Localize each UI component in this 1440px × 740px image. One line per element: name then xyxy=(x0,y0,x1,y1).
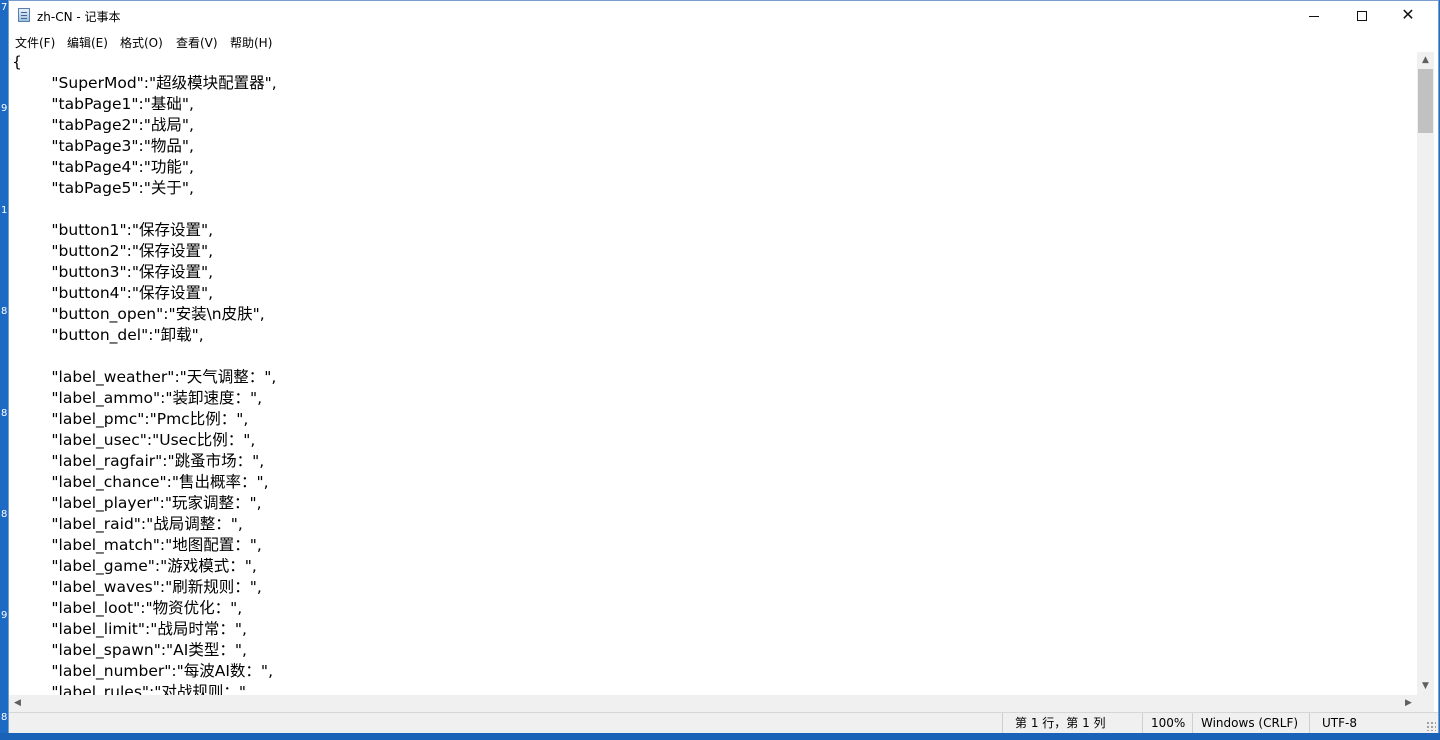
scroll-left-icon[interactable]: ◀ xyxy=(9,695,26,712)
maximize-icon xyxy=(1357,11,1367,21)
cursor-position: 第 1 行，第 1 列 xyxy=(1002,713,1142,733)
menu-view[interactable]: 查看(V) xyxy=(176,34,218,51)
desktop-edge-text: 8 xyxy=(1,712,8,723)
taskbar-edge xyxy=(0,733,1440,740)
desktop-edge-text: 7 xyxy=(1,2,8,13)
minimize-icon xyxy=(1309,16,1319,17)
menu-format[interactable]: 格式(O) xyxy=(120,34,163,51)
zoom-level: 100% xyxy=(1142,713,1192,733)
horizontal-scrollbar[interactable]: ◀ ▶ xyxy=(9,695,1417,712)
encoding: UTF-8 xyxy=(1309,713,1419,733)
status-bar: 第 1 行，第 1 列 100% Windows (CRLF) UTF-8 xyxy=(9,712,1438,733)
desktop-edge-text: 8 xyxy=(1,509,8,520)
scroll-up-icon[interactable]: ▲ xyxy=(1417,52,1434,69)
notepad-window: zh-CN - 记事本 ✕ 文件(F) 编辑(E) 格式(O) 查看(V) 帮助… xyxy=(8,0,1439,733)
desktop-edge-text: 8 xyxy=(1,306,8,317)
minimize-button[interactable] xyxy=(1291,1,1337,31)
window-title: zh-CN - 记事本 xyxy=(37,10,121,24)
menu-bar: 文件(F) 编辑(E) 格式(O) 查看(V) 帮助(H) xyxy=(9,31,1438,51)
vertical-scrollbar[interactable]: ▲ ▼ xyxy=(1417,52,1434,695)
scroll-down-icon[interactable]: ▼ xyxy=(1417,678,1434,695)
resize-grip-icon[interactable] xyxy=(1426,721,1436,731)
maximize-button[interactable] xyxy=(1339,1,1385,31)
title-bar[interactable]: zh-CN - 记事本 ✕ xyxy=(9,1,1438,31)
menu-edit[interactable]: 编辑(E) xyxy=(67,34,108,51)
desktop-edge-text: 8 xyxy=(1,408,8,419)
vertical-scroll-thumb[interactable] xyxy=(1418,69,1433,133)
desktop-edge-text: 9 xyxy=(1,103,8,114)
menu-file[interactable]: 文件(F) xyxy=(15,34,55,51)
menu-help[interactable]: 帮助(H) xyxy=(230,34,272,51)
line-ending: Windows (CRLF) xyxy=(1192,713,1309,733)
desktop-edge-text: 9 xyxy=(1,610,8,621)
close-icon: ✕ xyxy=(1401,5,1415,24)
close-button[interactable]: ✕ xyxy=(1385,1,1431,31)
notepad-icon[interactable] xyxy=(18,8,30,22)
scroll-right-icon[interactable]: ▶ xyxy=(1400,695,1417,712)
editor-content[interactable]: { "SuperMod":"超级模块配置器", "tabPage1":"基础",… xyxy=(9,52,1417,695)
scroll-corner xyxy=(1417,695,1434,712)
text-editor[interactable]: { "SuperMod":"超级模块配置器", "tabPage1":"基础",… xyxy=(9,52,1417,695)
desktop-edge-text: 1 xyxy=(1,205,8,216)
